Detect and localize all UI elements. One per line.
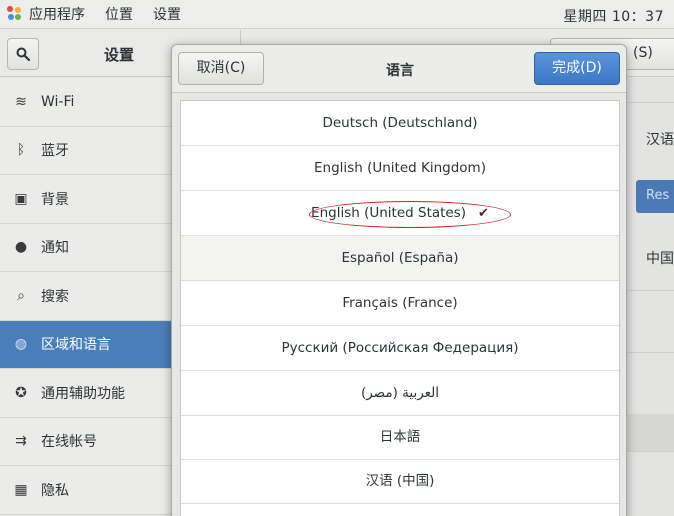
sidebar-item-label: 区域和语言 [41, 337, 111, 354]
sidebar-item-label: 蓝牙 [41, 143, 69, 160]
search-button[interactable] [7, 38, 39, 70]
restart-button[interactable]: Res [636, 180, 674, 213]
sidebar-item-label: Wi-Fi [41, 93, 75, 110]
cancel-button[interactable]: 取消(C) [178, 52, 264, 85]
language-row[interactable]: Español (España) [181, 236, 619, 281]
search-icon: ⌕ [17, 287, 25, 304]
language-row[interactable]: Français (France) [181, 281, 619, 326]
language-row[interactable]: العربية (مصر) [181, 371, 619, 416]
done-button[interactable]: 完成(D) [534, 52, 620, 85]
sidebar-item-label: 背景 [41, 191, 69, 208]
top-bar: 应用程序 位置 设置 星期四 10：37 [0, 0, 674, 29]
top-menu: 应用程序 位置 设置 [0, 0, 201, 29]
language-label: Español (España) [341, 250, 459, 266]
language-list: 汉语 (中国) 日本語 العربية (مصر) Русский (Российск… [180, 100, 620, 516]
menu-applications[interactable]: 应用程序 [29, 4, 85, 24]
checkmark-icon: ✔ [478, 206, 489, 221]
language-label: 日本語 [379, 429, 421, 445]
sidebar-item-label: 通用辅助功能 [41, 385, 125, 402]
language-row[interactable]: English (United States) ✔ [181, 191, 619, 236]
formats-value[interactable]: 中国 [646, 248, 674, 268]
dialog-title: 语言 [386, 63, 414, 79]
language-label: English (United States) [311, 205, 467, 221]
dialog-header: 取消(C) 语言 完成(D) [172, 45, 626, 93]
language-label: العربية (مصر) [360, 385, 440, 401]
region-icon: ◍ [14, 336, 28, 353]
clock[interactable]: 星期四 10：37 [563, 6, 664, 26]
sidebar-item-label: 在线帐号 [41, 434, 97, 451]
sidebar-item-label: 隐私 [41, 482, 69, 499]
sidebar-item-label: 通知 [41, 240, 69, 257]
settings-title: 设置 [103, 46, 134, 64]
language-value[interactable]: 汉语 [646, 129, 674, 149]
privacy-icon: ▦ [14, 481, 28, 498]
accessibility-icon: ✪ [15, 384, 27, 401]
language-label: Русский (Российская Федерация) [281, 340, 519, 356]
language-label: English (United Kingdom) [314, 160, 486, 176]
sidebar-item-label: 搜索 [41, 288, 69, 305]
menu-places[interactable]: 位置 [105, 4, 133, 24]
language-row[interactable]: Deutsch (Deutschland) [181, 101, 619, 146]
menu-settings[interactable]: 设置 [153, 4, 181, 24]
search-icon [16, 47, 30, 61]
applications-icon[interactable] [7, 6, 23, 22]
language-label: Deutsch (Deutschland) [322, 115, 478, 131]
language-row[interactable]: 日本語 [181, 415, 619, 460]
notification-icon: ● [14, 239, 28, 256]
language-label: 汉语 (中国) [365, 473, 435, 489]
language-row[interactable]: Русский (Российская Федерация) [181, 326, 619, 371]
language-label: Français (France) [342, 295, 458, 311]
online-accounts-icon: ⇉ [15, 433, 27, 450]
language-row[interactable]: 汉语 (中国) [181, 459, 619, 504]
bluetooth-icon: ᛒ [16, 142, 26, 159]
language-dialog: 取消(C) 语言 完成(D) 汉语 (中国) 日本語 العربية (مصر) Ру… [171, 44, 627, 516]
wifi-icon: ≋ [15, 93, 27, 110]
language-row[interactable]: English (United Kingdom) [181, 146, 619, 191]
background-icon: ▣ [14, 190, 28, 207]
